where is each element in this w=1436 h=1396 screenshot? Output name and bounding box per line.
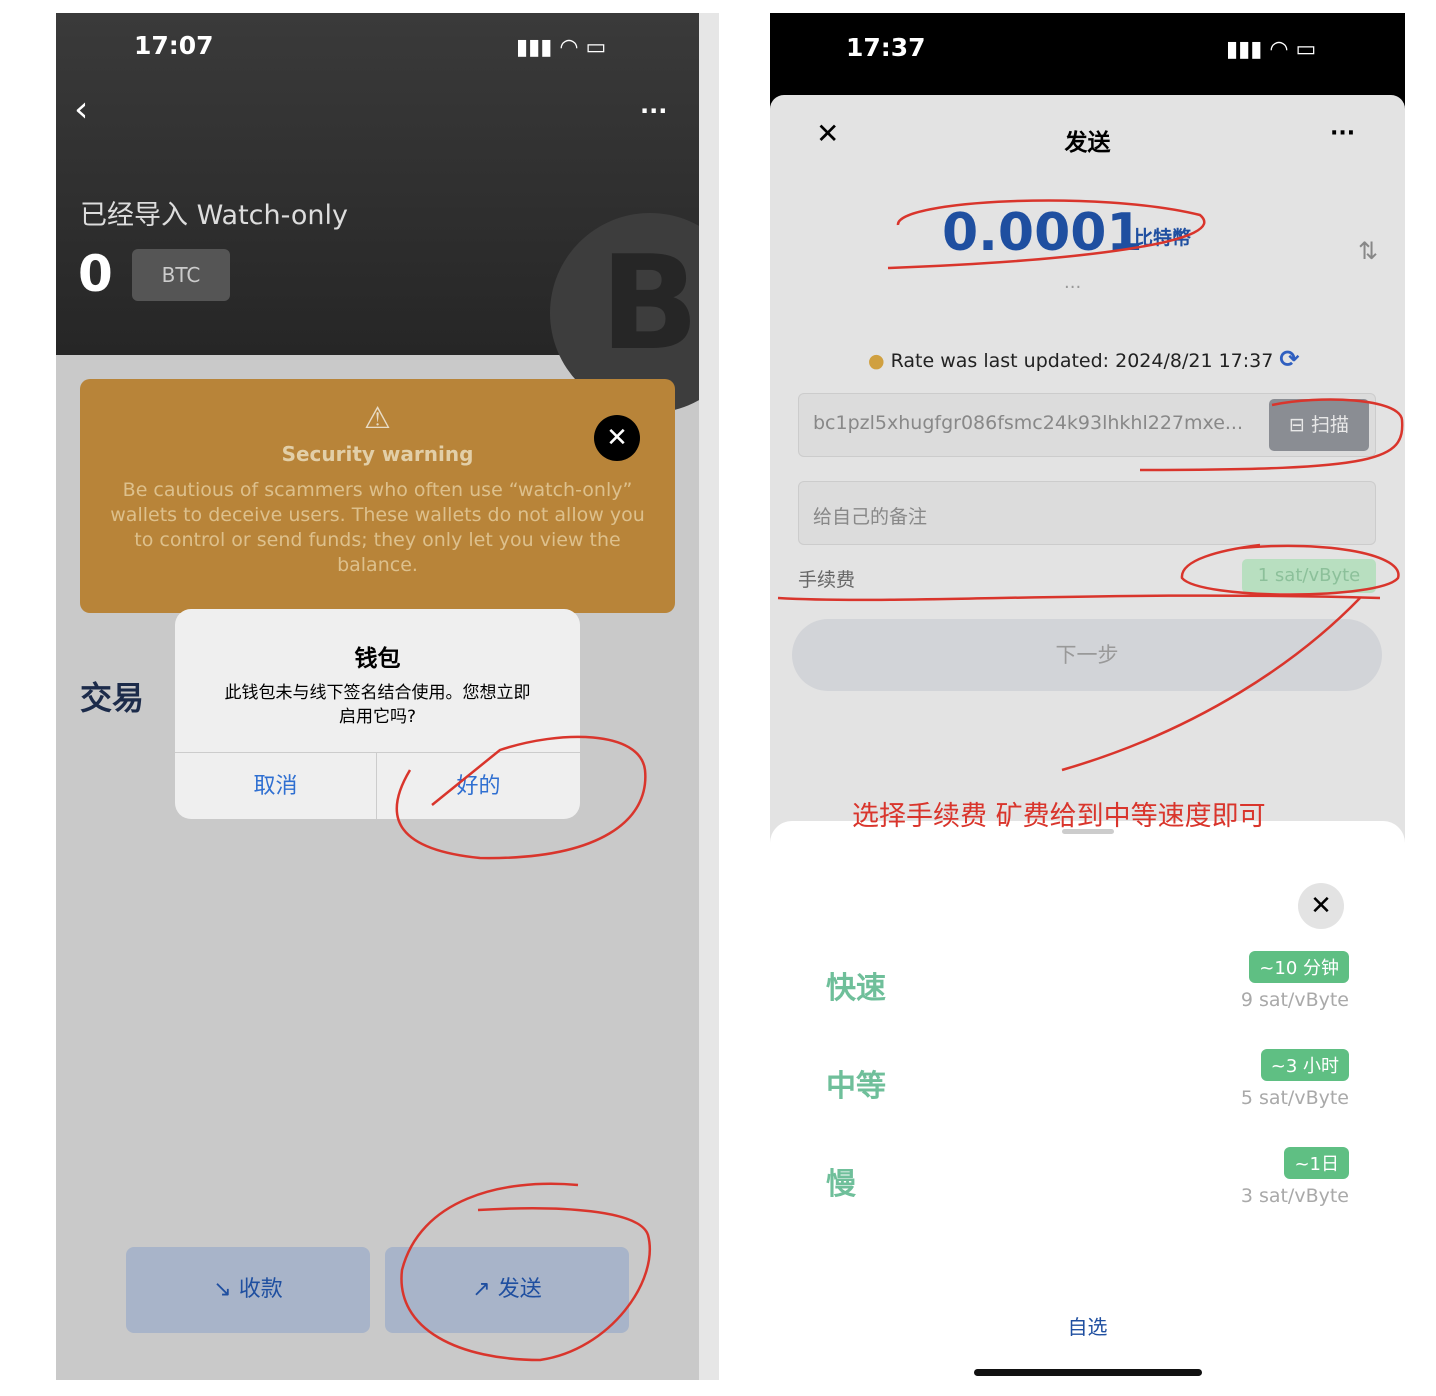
- send-circle: [400, 1182, 651, 1362]
- annotation-text: 选择手续费 矿费给到中等速度即可: [852, 801, 1266, 832]
- fee-underline: [777, 594, 1381, 602]
- fee-circle: [1180, 543, 1400, 596]
- ok-circle: [395, 735, 647, 860]
- amount-circle: [887, 199, 1206, 270]
- red-annotations: [395, 199, 1404, 1362]
- scan-circle: [1139, 398, 1404, 472]
- arrow-line: [1061, 597, 1361, 772]
